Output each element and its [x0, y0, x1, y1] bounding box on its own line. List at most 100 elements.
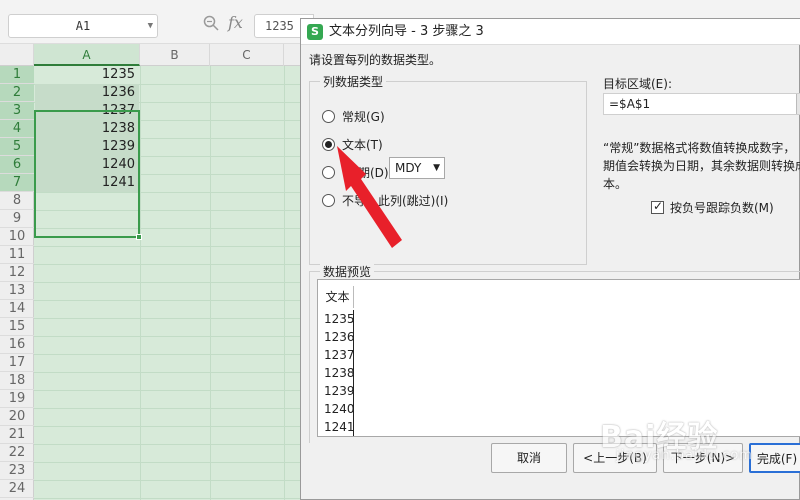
- description-line: 本。: [603, 177, 628, 191]
- preview-cell: 1239: [324, 382, 355, 400]
- grid-line: [34, 246, 300, 247]
- destination-value: =$A$1: [609, 97, 651, 111]
- dialog-title: 文本分列向导 - 3 步骤之 3: [329, 24, 484, 39]
- row-header-13[interactable]: 13: [0, 282, 34, 300]
- row-header-21[interactable]: 21: [0, 426, 34, 444]
- format-description: “常规”数据格式将数值转换成数字， 期值会转换为日期，其余数据则转换成 本。: [603, 139, 800, 193]
- app-logo-icon: S: [307, 24, 323, 40]
- name-box-value: A1: [75, 19, 91, 33]
- row-header-column: 1 2 3 4 5 6 7 8 9 10 11 12 13 14 15 16 17 18 19 20 21 22 23 24: [0, 66, 34, 500]
- row-header-12[interactable]: 12: [0, 264, 34, 282]
- radio-text[interactable]: [322, 137, 335, 151]
- chevron-down-icon[interactable]: ▼: [148, 15, 153, 37]
- radio-text-label: 文本(T): [342, 137, 383, 152]
- grid-line: [34, 426, 300, 427]
- chevron-down-icon[interactable]: ▼: [433, 158, 440, 178]
- grid-line: [34, 264, 300, 265]
- destination-label: 目标区域(E):: [603, 77, 672, 91]
- row-header-2[interactable]: 2: [0, 84, 34, 102]
- row-header-23[interactable]: 23: [0, 462, 34, 480]
- track-negative-checkbox-row[interactable]: 按负号跟踪负数(M): [651, 199, 774, 216]
- date-format-select[interactable]: MDY ▼: [389, 157, 445, 179]
- dialog-instruction: 请设置每列的数据类型。: [309, 53, 442, 67]
- range-picker-button[interactable]: [796, 94, 800, 114]
- grid-line: [140, 66, 141, 500]
- row-header-9[interactable]: 9: [0, 210, 34, 228]
- grid-line: [34, 498, 300, 499]
- row-header-14[interactable]: 14: [0, 300, 34, 318]
- column-header-a[interactable]: A: [34, 44, 140, 66]
- zoom-icon[interactable]: [202, 14, 220, 32]
- description-line: 期值会转换为日期，其余数据则转换成: [603, 159, 800, 173]
- row-header-17[interactable]: 17: [0, 354, 34, 372]
- preview-legend: 数据预览: [320, 263, 375, 280]
- finish-button[interactable]: 完成(F): [749, 443, 800, 473]
- description-line: “常规”数据格式将数值转换成数字，: [603, 141, 796, 155]
- row-header-18[interactable]: 18: [0, 372, 34, 390]
- radio-date[interactable]: [322, 165, 335, 179]
- row-header-8[interactable]: 8: [0, 192, 34, 210]
- radio-general-label: 常规(G): [342, 109, 385, 124]
- column-type-group: 列数据类型 常规(G) 文本(T) 期(D) 不导入此列(跳过)(I): [309, 73, 587, 265]
- grid-line: [34, 300, 300, 301]
- grid-line: [34, 282, 300, 283]
- date-format-value: MDY: [395, 161, 422, 175]
- track-negative-checkbox[interactable]: [651, 199, 664, 214]
- cancel-button[interactable]: 取消: [491, 443, 567, 473]
- row-header-16[interactable]: 16: [0, 336, 34, 354]
- radio-date-option[interactable]: 期(D): [322, 162, 389, 182]
- back-button[interactable]: <上一步(B): [573, 443, 657, 473]
- grid-line: [34, 390, 300, 391]
- row-header-11[interactable]: 11: [0, 246, 34, 264]
- row-header-20[interactable]: 20: [0, 408, 34, 426]
- preview-column: 1235 1236 1237 1238 1239 1240 1241: [322, 310, 355, 436]
- preview-cell: 1235: [324, 310, 355, 328]
- grid-line: [34, 408, 300, 409]
- row-header-5[interactable]: 5: [0, 138, 34, 156]
- preview-cell: 1237: [324, 346, 355, 364]
- row-header-4[interactable]: 4: [0, 120, 34, 138]
- track-negative-label: 按负号跟踪负数(M): [670, 201, 774, 215]
- radio-text-option[interactable]: 文本(T): [322, 134, 383, 154]
- grid-line: [34, 462, 300, 463]
- column-header-b[interactable]: B: [140, 44, 210, 66]
- row-header-22[interactable]: 22: [0, 444, 34, 462]
- cell-a2[interactable]: 1236: [35, 84, 139, 102]
- fill-handle[interactable]: [136, 234, 142, 240]
- preview-column-header[interactable]: 文本: [322, 286, 354, 308]
- column-type-legend: 列数据类型: [320, 73, 387, 90]
- row-header-1[interactable]: 1: [0, 66, 34, 84]
- preview-cell: 1240: [324, 400, 355, 418]
- preview-cell: 1238: [324, 364, 355, 382]
- select-all-corner[interactable]: [0, 44, 34, 66]
- name-box[interactable]: A1 ▼: [8, 14, 158, 38]
- destination-input[interactable]: =$A$1: [603, 93, 800, 115]
- row-header-7[interactable]: 7: [0, 174, 34, 192]
- column-header-c[interactable]: C: [210, 44, 284, 66]
- column-header-row: A B C: [0, 44, 300, 66]
- dialog-titlebar[interactable]: S 文本分列向导 - 3 步骤之 3: [301, 19, 800, 45]
- cell-a1[interactable]: 1235: [35, 66, 139, 84]
- grid-line: [34, 354, 300, 355]
- grid-line: [34, 372, 300, 373]
- row-header-19[interactable]: 19: [0, 390, 34, 408]
- radio-general[interactable]: [322, 109, 335, 123]
- radio-general-option[interactable]: 常规(G): [322, 106, 385, 126]
- radio-skip-option[interactable]: 不导入此列(跳过)(I): [322, 190, 448, 210]
- radio-skip[interactable]: [322, 193, 335, 207]
- selection-border: [34, 110, 140, 238]
- data-preview-box[interactable]: 文本 1235 1236 1237 1238 1239 1240 1241: [317, 279, 800, 437]
- next-button[interactable]: 下一步(N)>: [663, 443, 743, 473]
- preview-cell: 1236: [324, 328, 355, 346]
- row-header-24[interactable]: 24: [0, 480, 34, 498]
- row-header-6[interactable]: 6: [0, 156, 34, 174]
- grid-line: [210, 66, 211, 500]
- row-header-3[interactable]: 3: [0, 102, 34, 120]
- row-header-10[interactable]: 10: [0, 228, 34, 246]
- row-header-15[interactable]: 15: [0, 318, 34, 336]
- text-to-columns-dialog: S 文本分列向导 - 3 步骤之 3 请设置每列的数据类型。 列数据类型 常规(…: [300, 18, 800, 500]
- spreadsheet-grid[interactable]: A B C 1 2 3 4 5 6 7 8 9 10 11 12 13 14 15 16 17 18 19 20 21 2…: [0, 44, 300, 500]
- function-icon[interactable]: fx: [228, 13, 243, 32]
- radio-date-label: 期(D): [358, 165, 389, 180]
- grid-line: [34, 480, 300, 481]
